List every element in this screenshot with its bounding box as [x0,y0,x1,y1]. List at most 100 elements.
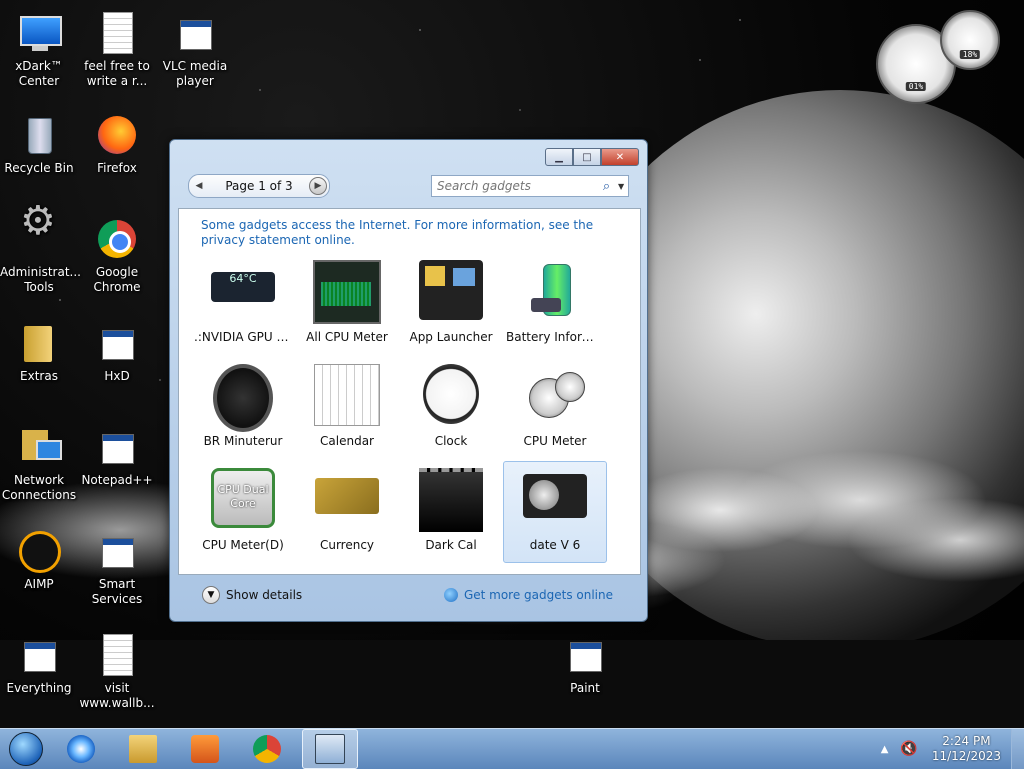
desktop-icon-visit-wallpaper[interactable]: visit www.wallb... [78,632,156,711]
gadget-label: Calendar [320,434,374,448]
nvidia-gpu-gadget-icon: 64°C [211,272,275,302]
start-button[interactable] [6,729,46,769]
close-button[interactable]: ✕ [601,148,639,166]
privacy-notice[interactable]: Some gadgets access the Internet. For mo… [201,218,611,248]
recycle-bin-icon [16,112,62,158]
gpu-temperature-text: 64°C [229,272,257,285]
dark-cal-gadget-icon [419,468,483,532]
minimize-button[interactable]: ▁ [545,148,573,166]
desktop-icon-admin-tools[interactable]: Administrat... Tools [0,214,81,295]
gadget-label: CPU Meter(D) [202,538,284,552]
page-indicator: Page 1 of 3 [225,179,293,193]
taskbar-chrome[interactable] [240,730,294,768]
battery-gadget-icon [523,260,587,320]
globe-icon [443,588,458,602]
cpu-meter-gadget-icon [523,364,587,424]
services-icon [94,528,140,574]
close-icon: ✕ [615,151,625,163]
desktop-icon-network-connections[interactable]: Network Connections [0,424,78,503]
memory-usage-value: 18% [959,50,981,59]
minimize-icon: ▁ [555,151,563,163]
desktop-icon-label: visit www.wallb... [79,681,155,710]
gadget-tile[interactable]: Currency [295,461,399,563]
desktop-icon-text-file[interactable]: feel free to write a r... [78,10,156,89]
taskbar-gadgets[interactable] [302,729,358,769]
desktop-icon-chrome[interactable]: Google Chrome [78,216,156,295]
desktop-icon-label: VLC media player [162,59,228,88]
previous-page-button[interactable]: ◀ [189,176,209,196]
gadget-label: Clock [434,434,468,448]
cpu-meter-gadget[interactable]: 01% 18% [876,10,1016,104]
maximize-button[interactable]: □ [573,148,601,166]
taskbar-clock[interactable]: 2:24 PM 11/12/2023 [932,734,1001,764]
taskbar-internet-explorer[interactable] [54,730,108,768]
gadget-label: Dark Cal [425,538,477,552]
currency-gadget-icon [315,478,379,514]
windows-logo-icon [9,732,43,766]
desktop-icon-hxd[interactable]: HxD [78,320,156,384]
gadget-tile[interactable]: All CPU Meter [295,253,399,355]
next-page-button[interactable]: ▶ [309,177,327,195]
gadget-tile-selected[interactable]: date V 6 [503,461,607,563]
system-tray: ▲ 🔇 2:24 PM 11/12/2023 [881,729,1024,769]
taskbar-media-player[interactable] [178,730,232,768]
taskbar-windows-explorer[interactable] [116,730,170,768]
gadget-label: date V 6 [529,538,581,552]
desktop-icon-label: HxD [104,369,130,383]
desktop-icon-extras[interactable]: Extras [0,320,78,384]
gadget-tile[interactable]: 64°C .:NVIDIA GPU T... [191,253,295,355]
search-input[interactable] [432,179,599,193]
gallery-footer: ▼ Show details Get more gadgets online [178,578,639,612]
gadget-tile[interactable]: Battery Informa... [503,253,607,355]
gadgets-icon [315,734,345,764]
search-icon[interactable]: ⌕ [599,179,615,194]
desktop-icon-everything[interactable]: Everything [0,632,78,696]
date-v6-gadget-icon [523,474,587,518]
desktop-icon-label: Extras [20,369,58,383]
chevron-down-icon: ▼ [202,586,220,604]
text-file-icon [94,10,140,56]
gadget-tile[interactable]: Clock [399,357,503,459]
desktop-icon-smart-services[interactable]: Smart Services [78,528,156,607]
chevron-down-icon[interactable]: ▼ [614,182,628,191]
show-details-toggle[interactable]: ▼ Show details [202,586,302,604]
gadget-tile[interactable]: Dark Cal [399,461,503,563]
page-navigator: ◀ Page 1 of 3 ▶ [188,174,330,198]
cpu-meter-d-gadget-icon: CPU Dual Core [211,468,275,528]
desktop-icon-label: xDark™ Center [15,59,63,88]
notepad-icon [94,424,140,470]
desktop-icon-notepad-plus[interactable]: Notepad++ [78,424,156,488]
get-more-gadgets-link[interactable]: Get more gadgets online [443,588,613,602]
paint-icon [562,632,608,678]
desktop-icon-xdark-center[interactable]: xDark™ Center [0,10,78,89]
desktop-icon-label: Everything [6,681,72,695]
show-hidden-icons-icon[interactable]: ▲ [881,744,889,755]
gadget-tile[interactable]: BR Minuterur [191,357,295,459]
desktop-icon-label: Administrat... Tools [0,265,81,294]
clock-time: 2:24 PM [942,734,991,748]
desktop-icon-aimp[interactable]: AIMP [0,528,78,592]
desktop-icon-label: Google Chrome [93,265,141,294]
app-launcher-gadget-icon [419,260,483,320]
gadget-label: CPU Meter [523,434,587,448]
desktop-icon-paint[interactable]: Paint [546,632,624,696]
chevron-right-icon: ▶ [314,181,322,191]
cpu-dual-core-text: CPU Dual Core [217,483,269,510]
gadget-tile[interactable]: Calendar [295,357,399,459]
show-desktop-button[interactable] [1011,729,1024,769]
desktop-icon-label: Network Connections [1,473,77,502]
folder-icon [16,320,62,366]
gadget-tile[interactable]: CPU Dual Core CPU Meter(D) [191,461,295,563]
desktop-icon-recycle-bin[interactable]: Recycle Bin [0,112,78,176]
gadget-label: Currency [319,538,375,552]
gadget-tile[interactable]: App Launcher [399,253,503,355]
desktop-icon-firefox[interactable]: Firefox [78,112,156,176]
gadget-tile[interactable]: CPU Meter [503,357,607,459]
text-file-icon [94,632,140,678]
volume-muted-icon[interactable]: 🔇 [900,741,917,757]
desktop-icon-vlc[interactable]: VLC media player [156,10,234,89]
br-minuterur-gadget-icon [213,364,273,432]
all-cpu-meter-gadget-icon [313,260,381,324]
memory-usage-dial: 18% [940,10,1000,70]
gadget-label: .:NVIDIA GPU T... [194,330,294,344]
